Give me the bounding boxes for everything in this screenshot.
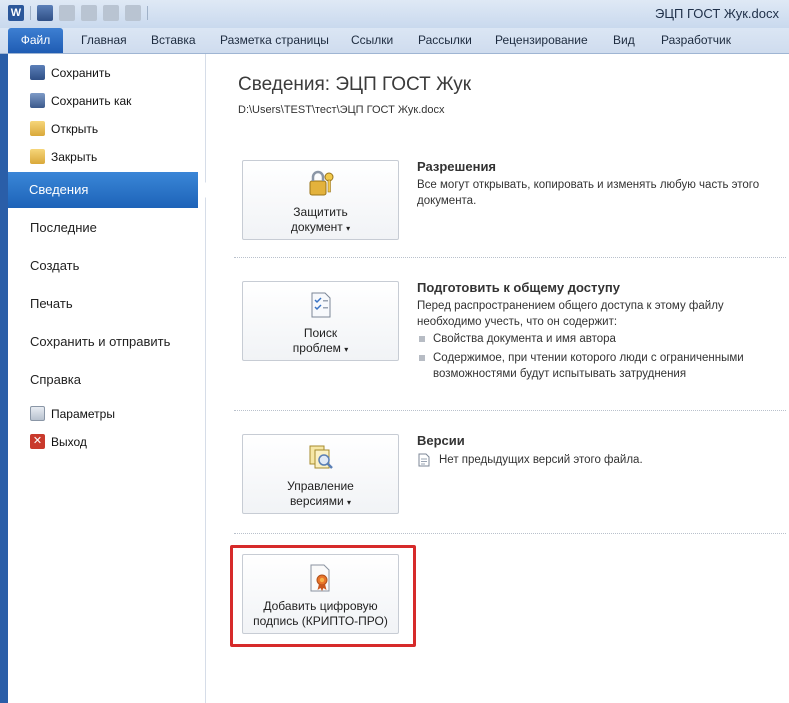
nav-options-label: Параметры — [51, 406, 115, 421]
tab-home[interactable]: Главная — [81, 33, 127, 47]
nav-save-send[interactable]: Сохранить и отправить — [30, 334, 170, 349]
window-title: ЭЦП ГОСТ Жук.docx — [655, 6, 779, 21]
nav-open-label: Открыть — [51, 121, 99, 136]
redo-icon[interactable] — [103, 5, 119, 21]
nav-save[interactable]: Сохранить — [30, 65, 111, 80]
nav-accent-strip — [0, 54, 8, 703]
ribbon-tabs: Файл Главная Вставка Разметка страницы С… — [0, 28, 789, 54]
save-icon — [30, 65, 45, 80]
undo-icon[interactable] — [81, 5, 97, 21]
nav-close-label: Закрыть — [51, 149, 98, 164]
check-issues-line2: проблем — [292, 341, 341, 355]
tab-references[interactable]: Ссылки — [351, 33, 393, 47]
nav-save-label: Сохранить — [51, 65, 111, 80]
permissions-heading: Разрешения — [417, 159, 497, 174]
nav-help[interactable]: Справка — [30, 372, 81, 387]
print-preview-icon[interactable] — [59, 5, 75, 21]
check-issues-line1: Поиск — [303, 326, 338, 340]
certificate-signature-icon — [310, 564, 330, 592]
check-issues-button[interactable]: Поиск проблем ▾ — [242, 281, 399, 361]
tab-mailings[interactable]: Рассылки — [418, 33, 472, 47]
manage-versions-line2: версиями — [289, 494, 344, 508]
page-title: Сведения: ЭЦП ГОСТ Жук — [238, 74, 472, 95]
format-painter-icon[interactable] — [125, 5, 141, 21]
quick-access-toolbar: W — [8, 5, 148, 21]
options-icon — [30, 406, 45, 421]
tab-review[interactable]: Рецензирование — [495, 33, 588, 47]
versions-icon — [309, 445, 333, 469]
nav-close[interactable]: Закрыть — [30, 149, 97, 164]
add-digital-signature-button[interactable]: Добавить цифровую подпись (КРИПТО-ПРО) — [242, 554, 399, 634]
nav-recent[interactable]: Последние — [30, 220, 97, 235]
bullet-square — [419, 336, 425, 342]
list-item: Содержимое, при чтении которого люди с о… — [419, 350, 759, 382]
nav-exit-label: Выход — [51, 434, 87, 449]
dropdown-arrow-icon: ▾ — [347, 498, 352, 507]
nav-save-as-label: Сохранить как — [51, 93, 132, 108]
document-version-icon — [418, 453, 430, 467]
exit-icon: ✕ — [30, 434, 45, 449]
versions-text: Нет предыдущих версий этого файла. — [439, 454, 643, 466]
save-as-icon — [30, 93, 45, 108]
bullet-text: Свойства документа и имя автора — [433, 333, 616, 345]
manage-versions-line1: Управление — [287, 479, 354, 493]
save-icon[interactable] — [37, 5, 53, 21]
info-pane: Сведения: ЭЦП ГОСТ Жук D:\Users\TEST\тес… — [206, 54, 789, 703]
inspect-document-icon — [311, 292, 331, 318]
signature-button-line2: подпись (КРИПТО-ПРО) — [253, 614, 388, 628]
section-divider — [234, 410, 786, 411]
title-bar: W ЭЦП ГОСТ Жук.docx — [0, 0, 789, 28]
nav-info-selected[interactable]: Сведения — [8, 172, 206, 208]
nav-info-label: Сведения — [29, 182, 89, 197]
nav-save-as[interactable]: Сохранить как — [30, 93, 131, 108]
prepare-sharing-heading: Подготовить к общему доступу — [417, 280, 620, 295]
tab-file[interactable]: Файл — [8, 28, 63, 53]
nav-open[interactable]: Открыть — [30, 121, 98, 136]
close-folder-icon — [30, 149, 45, 164]
tab-insert[interactable]: Вставка — [151, 33, 196, 47]
word-app-icon[interactable]: W — [8, 5, 24, 21]
tab-page-layout[interactable]: Разметка страницы — [220, 33, 329, 47]
selected-pointer — [198, 182, 206, 198]
toolbar-separator — [147, 6, 148, 20]
dropdown-arrow-icon: ▾ — [344, 345, 349, 354]
nav-new[interactable]: Создать — [30, 258, 79, 273]
toolbar-separator — [30, 6, 31, 20]
permissions-text: Все могут открывать, копировать и изменя… — [417, 179, 760, 207]
versions-heading: Версии — [417, 433, 465, 448]
lock-key-icon — [309, 170, 334, 196]
section-divider — [234, 257, 786, 258]
section-divider — [234, 533, 786, 534]
list-item: Свойства документа и имя автора — [419, 331, 759, 347]
versions-row: Нет предыдущих версий этого файла. — [417, 452, 772, 468]
bullet-square — [419, 355, 425, 361]
signature-button-line1: Добавить цифровую — [263, 599, 378, 613]
bullet-text: Содержимое, при чтении которого люди с о… — [433, 352, 744, 380]
protect-button-line2: документ — [290, 220, 343, 234]
open-folder-icon — [30, 121, 45, 136]
dropdown-arrow-icon: ▾ — [346, 224, 351, 233]
nav-print[interactable]: Печать — [30, 296, 73, 311]
nav-options[interactable]: Параметры — [30, 406, 115, 421]
backstage-nav: Сохранить Сохранить как Открыть Закрыть … — [0, 54, 206, 703]
manage-versions-button[interactable]: Управление версиями ▾ — [242, 434, 399, 514]
protect-document-button[interactable]: Защитить документ ▾ — [242, 160, 399, 240]
tab-view[interactable]: Вид — [613, 33, 635, 47]
tab-developer[interactable]: Разработчик — [661, 33, 731, 47]
nav-exit[interactable]: ✕ Выход — [30, 434, 87, 449]
prepare-sharing-text: Перед распространением общего доступа к … — [417, 300, 724, 328]
protect-button-line1: Защитить — [293, 205, 348, 219]
document-path: D:\Users\TEST\тест\ЭЦП ГОСТ Жук.docx — [238, 104, 445, 116]
